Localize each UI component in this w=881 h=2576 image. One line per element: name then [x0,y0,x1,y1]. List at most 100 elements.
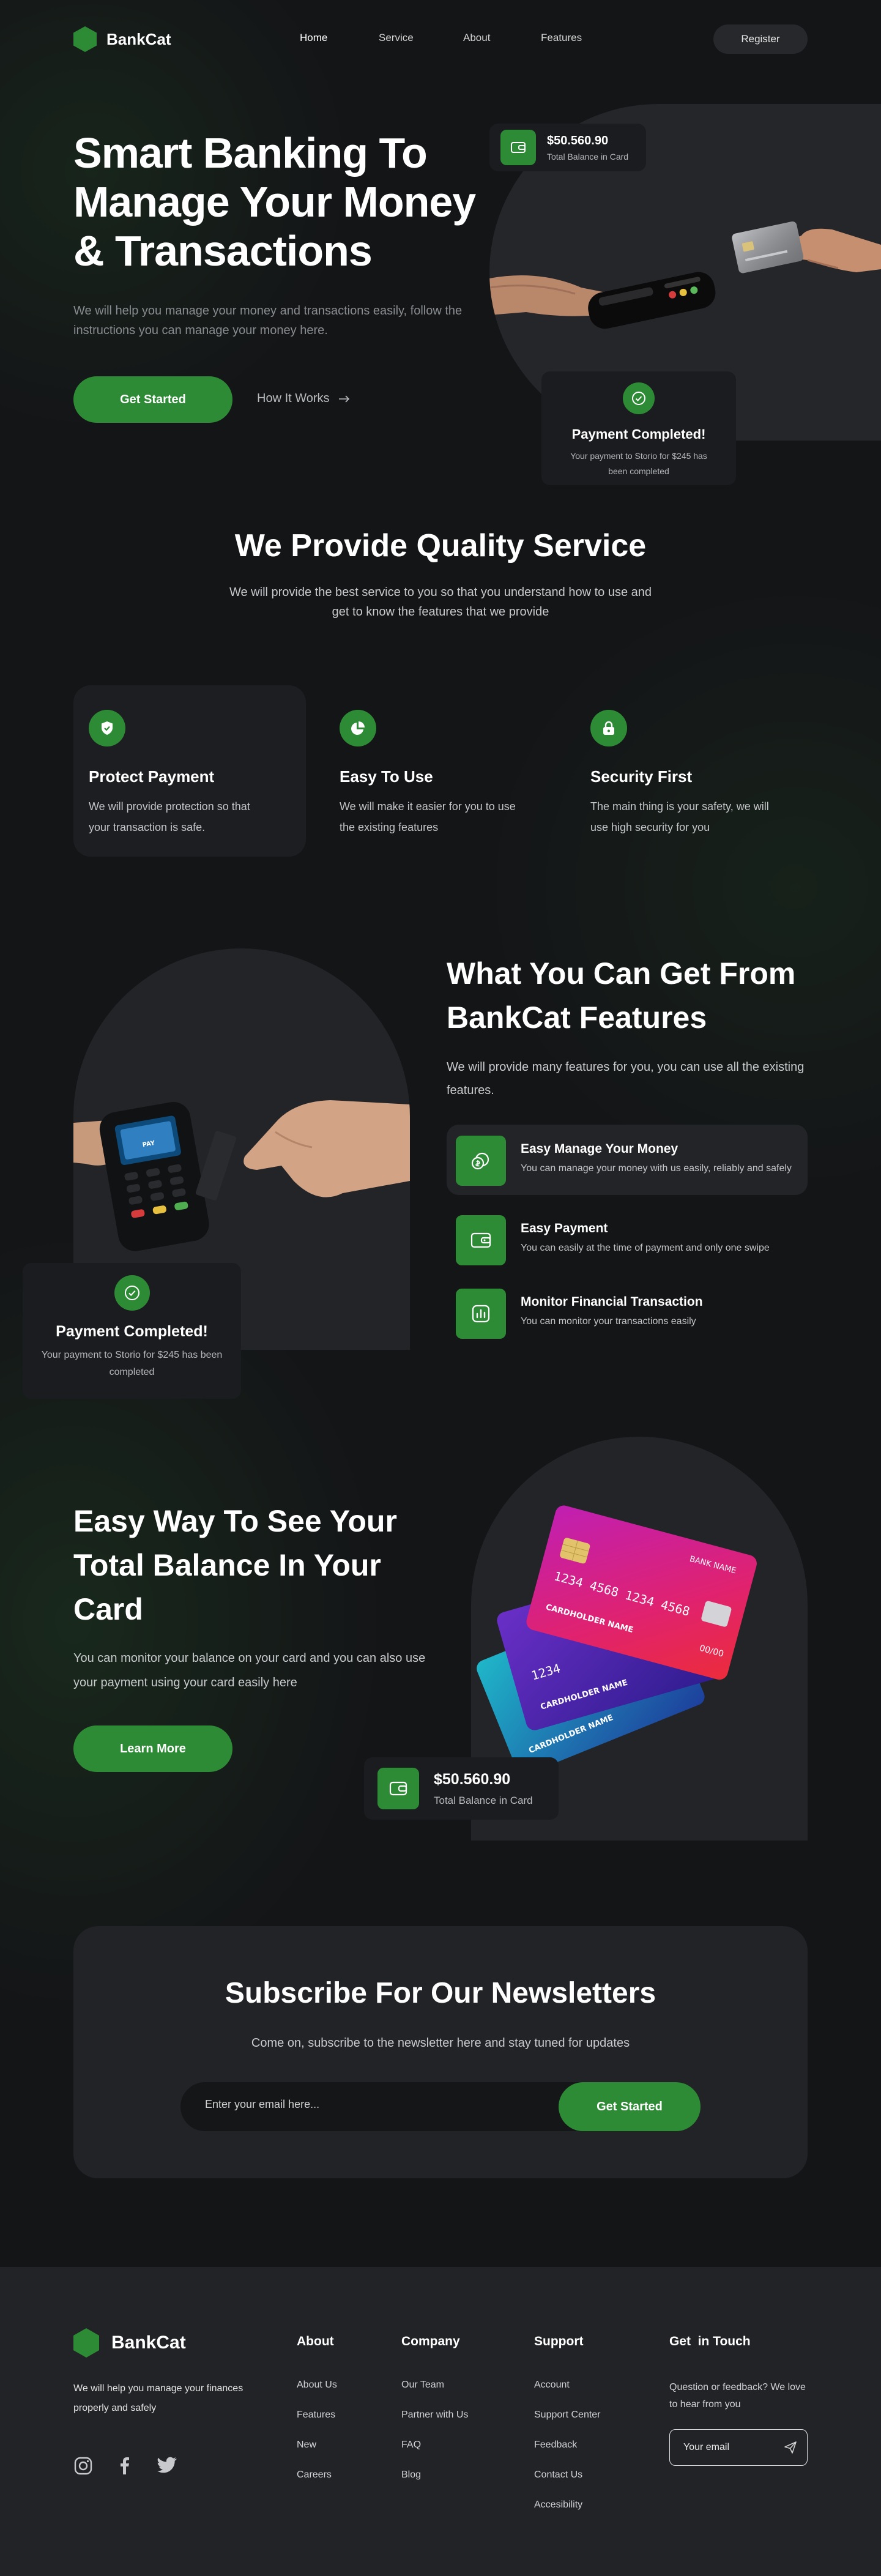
footer-link-features[interactable]: Features [297,2410,337,2440]
balance-total-card: $50.560.90 Total Balance in Card [364,1757,559,1820]
balance-label: Total Balance in Card [434,1794,533,1806]
footer-column-company: Company Our Team Partner with Us FAQ Blo… [401,2334,468,2500]
feature-item-monitor[interactable]: Monitor Financial Transaction You can mo… [447,1278,808,1348]
hero-title: Smart Banking To Manage Your Money & Tra… [73,129,476,275]
newsletter-section: Subscribe For Our Newsletters Come on, s… [73,1926,808,2178]
social-links [73,2456,177,2476]
facebook-icon[interactable] [115,2456,135,2476]
hero-subtitle: We will help you manage your money and t… [73,304,463,337]
wallet-icon [377,1768,419,1809]
footer-column-title: Support [534,2334,584,2348]
balance-amount: $50.560.90 [434,1770,511,1788]
features-payment-title: Payment Completed! [56,1323,208,1340]
feature-title: Easy Payment [521,1221,608,1235]
logo-hexagon-icon [73,2328,99,2358]
nav-link-service[interactable]: Service [379,32,463,44]
footer-link-support-center[interactable]: Support Center [534,2410,601,2440]
newsletter-submit-button[interactable]: Get Started [559,2082,701,2131]
features-title: What You Can Get From BankCat Features [447,956,796,1035]
main-nav: Home Service About Features [300,32,582,44]
footer-column-title: About [297,2334,334,2348]
feature-title: Easy Manage Your Money [521,1142,678,1156]
hero-balance-card: $50.560.90 Total Balance in Card [489,124,646,171]
check-circle-icon [623,382,655,414]
footer-email-field [669,2429,808,2466]
pie-chart-icon [340,710,376,746]
footer-link-partner[interactable]: Partner with Us [401,2410,468,2440]
footer-brand-name: BankCat [111,2332,186,2353]
service-card-protect[interactable]: Protect Payment We will provide protecti… [73,685,306,857]
footer-column-title: Company [401,2334,460,2348]
nav-link-features[interactable]: Features [541,32,582,44]
nav-link-about[interactable]: About [463,32,541,44]
chart-icon [456,1289,506,1339]
nav-logo[interactable]: BankCat [73,26,171,52]
service-card-easy[interactable]: Easy To Use We will make it easier for y… [324,685,557,857]
balance-title: Easy Way To See Your Total Balance In Yo… [73,1504,397,1626]
feature-desc: You can monitor your transactions easily [521,1316,696,1327]
hero-balance-label: Total Balance in Card [547,151,629,162]
newsletter-form: Get Started [180,2082,701,2131]
nav-link-home[interactable]: Home [300,32,379,44]
footer-link-faq[interactable]: FAQ [401,2440,468,2470]
footer-column-about: About About Us Features New Careers [297,2334,337,2500]
footer-link-careers[interactable]: Careers [297,2470,337,2500]
footer-link-our-team[interactable]: Our Team [401,2380,468,2410]
hero-payment-card: Payment Completed! Your payment to Stori… [541,371,736,485]
brand-name: BankCat [106,29,171,48]
hero-payment-title: Payment Completed! [571,426,706,442]
footer-column-support: Support Account Support Center Feedback … [534,2334,601,2529]
footer-touch-title: Get in Touch [669,2334,751,2348]
footer-logo[interactable]: BankCat [73,2328,186,2358]
service-title: Security First [590,767,693,786]
hero-balance-amount: $50.560.90 [547,133,609,147]
newsletter-subtitle: Come on, subscribe to the newsletter her… [251,2036,630,2050]
footer-link-contact-us[interactable]: Contact Us [534,2470,601,2500]
newsletter-email-input[interactable] [205,2098,511,2111]
feature-item-easy-payment[interactable]: Easy Payment You can easily at the time … [447,1204,808,1275]
feature-title: Monitor Financial Transaction [521,1295,703,1309]
features-payment-desc: Your payment to Storio for $245 has been… [41,1350,223,1377]
how-it-works-label: How It Works [257,392,330,405]
footer-touch-description: Question or feedback? We love to hear fr… [669,2382,806,2410]
footer-email-input[interactable] [683,2442,775,2453]
learn-more-button[interactable]: Learn More [73,1725,232,1772]
how-it-works-link[interactable]: How It Works [257,392,351,406]
footer-link-feedback[interactable]: Feedback [534,2440,601,2470]
twitter-icon[interactable] [157,2456,177,2474]
footer-description: We will help you manage your finances pr… [73,2383,243,2413]
service-title: Protect Payment [89,767,215,786]
feature-desc: You can manage your money with us easily… [521,1163,792,1174]
page: BankCat Home Service About Features Regi… [0,0,881,2576]
features-payment-card: Payment Completed! Your payment to Stori… [23,1263,241,1399]
newsletter-title: Subscribe For Our Newsletters [225,1977,656,2009]
instagram-icon[interactable] [73,2456,93,2476]
feature-desc: You can easily at the time of payment an… [521,1243,770,1253]
features-subtitle: We will provide many features for you, y… [447,1060,805,1097]
logo-hexagon-icon [73,26,97,52]
get-started-button[interactable]: Get Started [73,376,232,423]
footer-link-new[interactable]: New [297,2440,337,2470]
services-subtitle: We will provide the best service to you … [229,586,652,619]
send-icon[interactable] [784,2441,797,2454]
check-circle-icon [114,1275,150,1311]
arrow-right-icon [338,395,349,403]
hero-payment-desc: Your payment to Storio for $245 has been… [570,451,707,476]
wallet-icon [456,1215,506,1265]
money-icon [456,1136,506,1186]
feature-item-manage-money[interactable]: Easy Manage Your Money You can manage yo… [447,1125,808,1195]
service-title: Easy To Use [340,767,433,786]
service-desc: The main thing is your safety, we will u… [590,800,769,833]
service-desc: We will provide protection so that your … [89,800,250,833]
service-card-security[interactable]: Security First The main thing is your sa… [575,685,808,857]
services-title: We Provide Quality Service [234,528,647,564]
register-button[interactable]: Register [713,24,808,54]
balance-subtitle: You can monitor your balance on your car… [73,1651,426,1689]
shield-icon [89,710,125,746]
lock-icon [590,710,627,746]
footer-link-blog[interactable]: Blog [401,2470,468,2500]
footer-link-account[interactable]: Account [534,2380,601,2410]
service-desc: We will make it easier for you to use th… [340,800,516,833]
footer-link-accessibility[interactable]: Accesibility [534,2500,601,2529]
footer-link-about-us[interactable]: About Us [297,2380,337,2410]
